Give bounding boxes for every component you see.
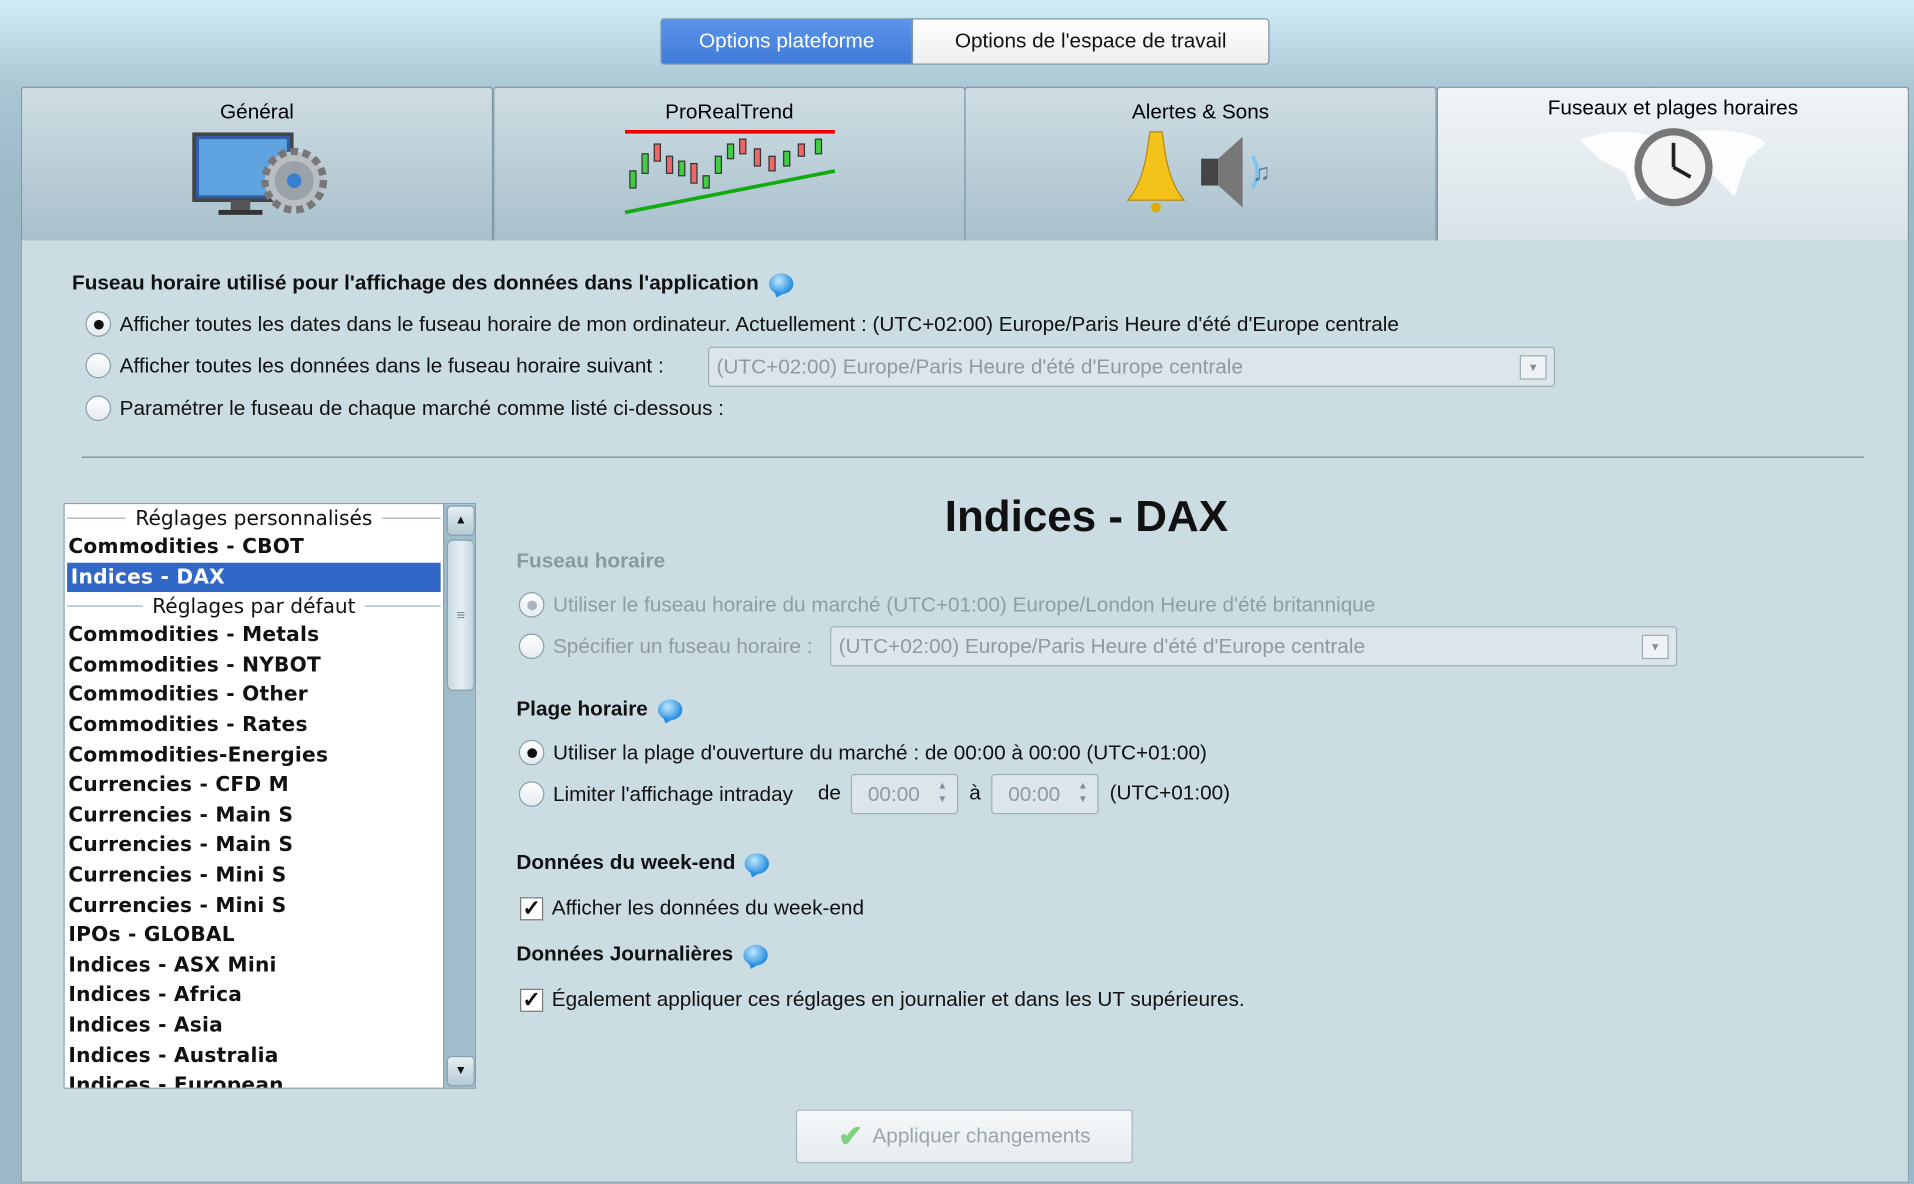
category-tab-alertes-sons[interactable]: Alertes & Sons ♫ xyxy=(964,86,1437,242)
tz-option-market[interactable]: Utiliser le fuseau horaire du marché (UT… xyxy=(518,592,1375,618)
tz-heading: Fuseau horaire xyxy=(516,549,666,573)
list-item[interactable]: Commodities-Energies xyxy=(65,740,443,770)
scroll-up-icon[interactable]: ▲ xyxy=(446,505,475,536)
tab-label: Fuseaux et plages horaires xyxy=(1547,96,1799,120)
market-title: Indices - DAX xyxy=(944,490,1229,541)
range-option-market[interactable]: Utiliser la plage d'ouverture du marché … xyxy=(518,739,1207,766)
category-tab-fuseaux[interactable]: Fuseaux et plages horaires xyxy=(1436,86,1910,243)
svg-text:♫: ♫ xyxy=(1252,160,1270,187)
list-item[interactable]: Commodities - Rates xyxy=(65,710,443,740)
radio-button[interactable] xyxy=(518,781,545,807)
help-bubble-icon[interactable] xyxy=(742,944,768,965)
radio-button[interactable] xyxy=(518,739,545,766)
separator xyxy=(81,456,1864,458)
global-tz-option-specific[interactable]: Afficher toutes les données dans le fuse… xyxy=(85,352,664,379)
help-bubble-icon[interactable] xyxy=(657,698,683,720)
world-clock-icon xyxy=(1580,128,1766,207)
bell-speaker-icon: ♫ xyxy=(1125,131,1270,213)
list-item[interactable]: Commodities - NYBOT xyxy=(65,650,443,680)
daily-heading: Données Journalières xyxy=(516,942,768,966)
range-to-spinner[interactable]: 00:00 ▲ ▼ xyxy=(991,773,1099,815)
global-tz-option-computer[interactable]: Afficher toutes les dates dans le fuseau… xyxy=(85,311,1399,337)
scrollbar-thumb[interactable]: ≡ xyxy=(446,539,475,691)
radio-button[interactable] xyxy=(85,395,112,422)
tab-label: ProRealTrend xyxy=(665,100,794,124)
list-item[interactable]: Currencies - Mini S xyxy=(65,860,443,890)
help-bubble-icon[interactable] xyxy=(745,852,770,874)
radio-button[interactable] xyxy=(518,592,545,618)
list-item[interactable]: Currencies - Mini S xyxy=(65,891,443,921)
scroll-down-icon[interactable]: ▼ xyxy=(446,1055,475,1087)
radio-button[interactable] xyxy=(85,311,112,337)
list-item[interactable]: Commodities - CBOT xyxy=(65,532,443,562)
tab-label: Alertes & Sons xyxy=(1131,100,1270,124)
range-from-label: de xyxy=(817,781,841,805)
range-option-limit[interactable]: Limiter l'affichage intraday xyxy=(518,781,793,807)
range-heading: Plage horaire xyxy=(516,697,683,721)
list-item[interactable]: Currencies - Main S xyxy=(65,830,443,860)
list-item[interactable]: Currencies - Main S xyxy=(65,800,443,830)
global-tz-heading: Fuseau horaire utilisé pour l'affichage … xyxy=(72,271,793,295)
weekend-checkbox-row[interactable]: ✓ Afficher les données du week-end xyxy=(520,896,864,920)
list-item[interactable]: Indices - Asia xyxy=(65,1011,443,1041)
candlestick-trend-icon xyxy=(624,130,835,215)
radio-button[interactable] xyxy=(518,633,545,660)
tab-options-espace-travail[interactable]: Options de l'espace de travail xyxy=(911,18,1270,65)
weekend-heading: Données du week-end xyxy=(516,851,770,875)
range-tz-label: (UTC+01:00) xyxy=(1109,781,1231,805)
checkmark-icon: ✔ xyxy=(838,1119,863,1153)
tab-label: Général xyxy=(220,100,294,124)
list-item[interactable]: IPOs - GLOBAL xyxy=(65,921,443,951)
checkbox-checked[interactable]: ✓ xyxy=(520,897,544,920)
category-tab-prorealtrend[interactable]: ProRealTrend xyxy=(493,86,966,242)
list-item-selected[interactable]: Indices - DAX xyxy=(67,562,441,593)
radio-button[interactable] xyxy=(85,352,112,379)
chevron-down-icon[interactable]: ▼ xyxy=(1519,355,1547,380)
range-from-spinner[interactable]: 00:00 ▲ ▼ xyxy=(850,773,959,815)
help-bubble-icon[interactable] xyxy=(768,272,793,294)
list-item[interactable]: Commodities - Other xyxy=(65,680,443,710)
list-item[interactable]: Commodities - Metals xyxy=(65,620,443,650)
list-item[interactable]: Indices - ASX Mini xyxy=(65,951,443,981)
daily-checkbox-row[interactable]: ✓ Également appliquer ces réglages en jou… xyxy=(520,988,1245,1012)
global-tz-select[interactable]: (UTC+02:00) Europe/Paris Heure d'été d'E… xyxy=(707,346,1556,387)
list-scrollbar[interactable]: ▲ ≡ ▼ xyxy=(443,504,475,1088)
spinner-arrows-icon[interactable]: ▲ ▼ xyxy=(1078,779,1088,806)
chevron-down-icon[interactable]: ▼ xyxy=(1641,634,1669,660)
list-item[interactable]: Currencies - CFD M xyxy=(65,770,443,800)
market-tz-select[interactable]: (UTC+02:00) Europe/Paris Heure d'été d'E… xyxy=(830,626,1678,667)
group-header-custom: Réglages personnalisés xyxy=(65,504,443,532)
list-item[interactable]: Indices - European xyxy=(65,1071,443,1088)
tab-options-plateforme[interactable]: Options plateforme xyxy=(660,18,914,65)
checkbox-checked[interactable]: ✓ xyxy=(520,988,544,1012)
spinner-arrows-icon[interactable]: ▲ ▼ xyxy=(938,779,948,806)
tz-option-specific[interactable]: Spécifier un fuseau horaire : xyxy=(518,633,813,660)
category-tab-general[interactable]: Général xyxy=(20,86,494,242)
range-to-label: à xyxy=(969,781,981,805)
monitor-gear-icon xyxy=(191,132,327,215)
global-tz-option-per-market[interactable]: Paramétrer le fuseau de chaque marché co… xyxy=(85,395,724,422)
group-header-default: Réglages par défaut xyxy=(65,592,443,620)
apply-changes-button[interactable]: ✔ Appliquer changements xyxy=(795,1109,1133,1164)
market-list[interactable]: Réglages personnalisés Commodities - CBO… xyxy=(63,502,477,1089)
list-item[interactable]: Indices - Africa xyxy=(65,981,443,1011)
list-item[interactable]: Indices - Australia xyxy=(65,1041,443,1071)
